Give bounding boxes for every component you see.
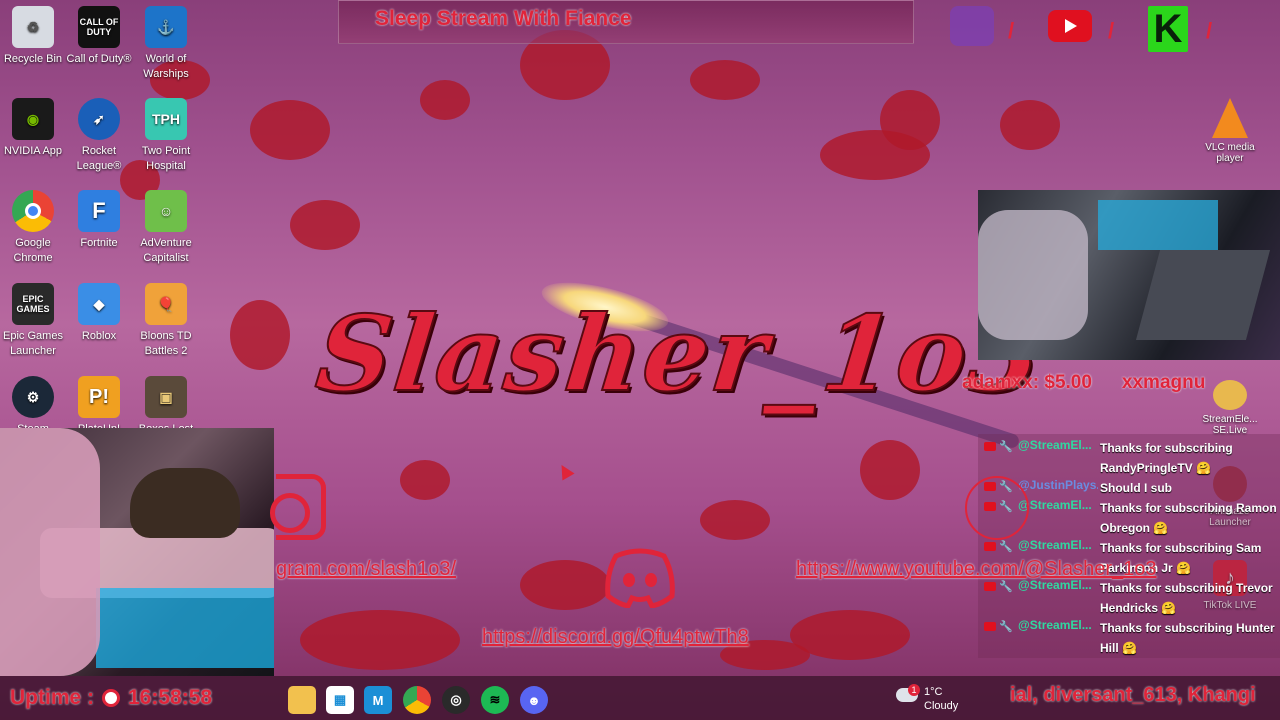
desktop-icon-fortnite[interactable]: F Fortnite xyxy=(66,190,132,251)
donation-ticker: adamxx: $5.00 xxmagnu xyxy=(962,372,1206,393)
microsoft-store-icon[interactable]: ▦ xyxy=(326,686,354,714)
app-icon[interactable]: M xyxy=(364,686,392,714)
channel-logo-text: Slasher_1o3 xyxy=(310,291,1050,416)
chrome-icon xyxy=(12,190,54,232)
desktop-icon-epic-games[interactable]: EPIC GAMES Epic Games Launcher xyxy=(0,283,66,359)
file-explorer-icon[interactable] xyxy=(288,686,316,714)
desktop-icon-roblox[interactable]: ◆ Roblox xyxy=(66,283,132,344)
fortnite-icon: F xyxy=(78,190,120,232)
mouse-cursor xyxy=(555,461,575,481)
roblox-icon: ◆ xyxy=(78,283,120,325)
two-point-hospital-icon: TPH xyxy=(145,98,187,140)
youtube-badge-icon xyxy=(984,542,996,551)
subscriber-ticker: ial, diversant_613, Khangi xyxy=(1010,684,1256,706)
desktop-icon-call-of-duty[interactable]: CALL OF DUTY Call of Duty® xyxy=(66,6,132,67)
epic-games-icon: EPIC GAMES xyxy=(12,283,54,325)
social-logos: / / K / xyxy=(944,0,1280,78)
recycle-bin-icon: ♻ xyxy=(12,6,54,48)
separator: / xyxy=(1108,18,1115,43)
nvidia-icon: ◉ xyxy=(12,98,54,140)
clock-icon xyxy=(102,689,120,707)
rocket-league-icon: ➶ xyxy=(78,98,120,140)
chat-message: 🔧 @StreamEl... Thanks for subscribing Hu… xyxy=(978,618,1280,658)
separator: / xyxy=(1008,18,1015,43)
desktop-icon-recycle-bin[interactable]: ♻ Recycle Bin xyxy=(0,6,66,67)
webcam-right xyxy=(978,190,1280,360)
chat-panel: 🔧 @StreamEl... Thanks for subscribing Ra… xyxy=(978,434,1280,658)
steam-icon: ⚙ xyxy=(12,376,54,418)
chrome-taskbar-icon[interactable] xyxy=(403,686,431,714)
desktop-icon-nvidia[interactable]: ◉ NVIDIA App xyxy=(0,98,66,159)
kick-icon: K xyxy=(1148,6,1188,52)
desktop-icon-chrome[interactable]: Google Chrome xyxy=(0,190,66,266)
discord-link[interactable]: https://discord.gg/Qfu4ptwTh8 xyxy=(482,626,749,649)
instagram-link[interactable]: gram.com/slash1o3/ xyxy=(276,558,456,581)
discord-taskbar-icon[interactable]: ☻ xyxy=(520,686,548,714)
bloons-td-icon: 🎈 xyxy=(145,283,187,325)
desktop-icon-rocket-league[interactable]: ➶ Rocket League® xyxy=(66,98,132,174)
weather-widget[interactable]: 1 1°C Cloudy xyxy=(896,684,976,716)
notification-badge: 1 xyxy=(908,684,920,696)
wrench-icon: 🔧 xyxy=(999,621,1013,633)
vlc-icon xyxy=(1212,98,1248,138)
spotify-icon[interactable]: ≋ xyxy=(481,686,509,714)
alert-circle xyxy=(965,476,1029,540)
plateup-icon: P! xyxy=(78,376,120,418)
world-of-warships-icon: ⚓ xyxy=(145,6,187,48)
chat-message: 🔧 @StreamEl... Thanks for subscribing Ra… xyxy=(978,438,1280,478)
desktop-icon-two-point-hospital[interactable]: TPH Two Point Hospital xyxy=(133,98,199,174)
desktop-icon-bloons-td[interactable]: 🎈 Bloons TD Battles 2 xyxy=(133,283,199,359)
instagram-icon xyxy=(270,474,326,540)
adventure-capitalist-icon: ☺ xyxy=(145,190,187,232)
youtube-badge-icon xyxy=(984,582,996,591)
stream-title: Sleep Stream With Fiance xyxy=(375,7,632,30)
wrench-icon: 🔧 xyxy=(999,581,1013,593)
twitch-icon xyxy=(950,6,994,46)
boxes-lost-icon: ▣ xyxy=(145,376,187,418)
obs-icon[interactable]: ◎ xyxy=(442,686,470,714)
youtube-link[interactable]: https://www.youtube.com/@Slasher_1o3 xyxy=(796,558,1157,581)
wrench-icon: 🔧 xyxy=(999,541,1013,553)
youtube-badge-icon xyxy=(984,442,996,451)
separator: / xyxy=(1206,18,1213,43)
youtube-badge-icon xyxy=(984,622,996,631)
call-of-duty-icon: CALL OF DUTY xyxy=(78,6,120,48)
discord-icon xyxy=(605,548,675,608)
desktop-icon-vlc[interactable]: VLC media player xyxy=(1200,98,1260,164)
wrench-icon: 🔧 xyxy=(999,441,1013,453)
webcam-left xyxy=(0,428,274,676)
desktop-icon-adventure-capitalist[interactable]: ☺ AdVenture Capitalist xyxy=(133,190,199,266)
chat-message: 🔧 @StreamEl... Thanks for subscribing Tr… xyxy=(978,578,1280,618)
stream-title-banner: Sleep Stream With Fiance xyxy=(338,0,914,44)
desktop-icon-world-of-warships[interactable]: ⚓ World of Warships xyxy=(133,6,199,82)
uptime-display: Uptime : 16:58:58 xyxy=(10,686,213,709)
youtube-icon xyxy=(1048,10,1092,42)
